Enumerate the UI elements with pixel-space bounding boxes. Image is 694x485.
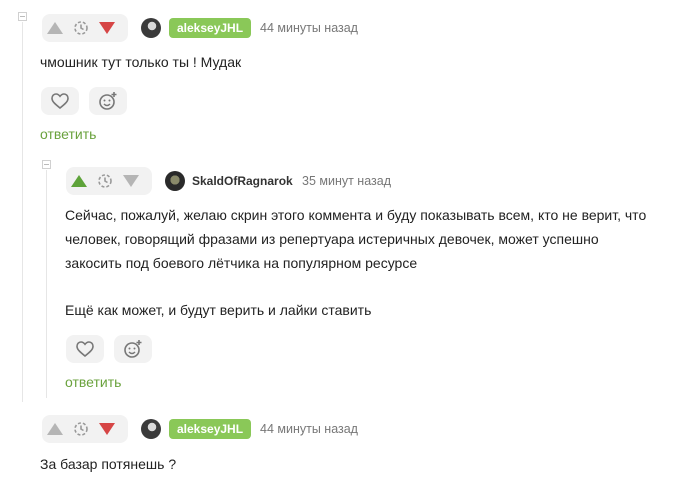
author-badge[interactable]: alekseyJHL <box>169 18 252 38</box>
arrow-down-icon <box>99 22 115 34</box>
comment-text-line: Сейчас, пожалуй, желаю скрин этого комме… <box>65 207 647 223</box>
arrow-up-icon <box>47 22 63 34</box>
arrow-down-icon <box>123 175 139 187</box>
comment-time: 44 минуты назад <box>260 21 358 35</box>
comment-text-line: человек, говорящий фразами из репертуара… <box>65 231 599 247</box>
avatar[interactable] <box>141 18 161 38</box>
heart-icon <box>76 341 94 357</box>
smile-plus-icon <box>99 92 117 110</box>
comment-text-line: закосить под боевого лётчика на популярн… <box>65 255 418 271</box>
smile-plus-icon <box>124 340 142 358</box>
reply-link[interactable]: ответить <box>65 372 121 392</box>
save-later-button[interactable] <box>68 415 94 443</box>
comment-time: 44 минуты назад <box>260 422 358 436</box>
upvote-button[interactable] <box>42 14 68 42</box>
reply-link[interactable]: ответить <box>40 124 96 144</box>
save-later-button[interactable] <box>68 14 94 42</box>
avatar[interactable] <box>141 419 161 439</box>
clock-icon <box>74 422 88 436</box>
vote-controls-1 <box>42 14 128 42</box>
author-badge[interactable]: alekseyJHL <box>169 419 252 439</box>
clock-icon <box>98 174 112 188</box>
like-button[interactable] <box>41 87 79 115</box>
collapse-toggle-1[interactable] <box>18 12 27 21</box>
save-later-button[interactable] <box>92 167 118 195</box>
like-button[interactable] <box>66 335 104 363</box>
downvote-button[interactable] <box>94 415 120 443</box>
downvote-button[interactable] <box>94 14 120 42</box>
arrow-up-icon <box>47 423 63 435</box>
downvote-button[interactable] <box>118 167 144 195</box>
upvote-button[interactable] <box>42 415 68 443</box>
vote-controls-2 <box>66 167 152 195</box>
avatar[interactable] <box>165 171 185 191</box>
arrow-up-icon <box>71 175 87 187</box>
author-name[interactable]: SkaldOfRagnarok <box>192 171 293 191</box>
arrow-down-icon <box>99 423 115 435</box>
comment-text: За базар потянешь ? <box>40 456 177 472</box>
thread-line-1 <box>22 22 23 402</box>
upvote-button[interactable] <box>66 167 92 195</box>
clock-icon <box>74 21 88 35</box>
vote-controls-3 <box>42 415 128 443</box>
comment-time: 35 минут назад <box>302 174 391 188</box>
collapse-toggle-2[interactable] <box>42 160 51 169</box>
comment-text-line: Ещё как может, и будут верить и лайки ст… <box>65 302 372 318</box>
comment-text: чмошник тут только ты ! Мудак <box>40 54 242 70</box>
heart-icon <box>51 93 69 109</box>
thread-line-2 <box>46 170 47 398</box>
react-button[interactable] <box>114 335 152 363</box>
react-button[interactable] <box>89 87 127 115</box>
